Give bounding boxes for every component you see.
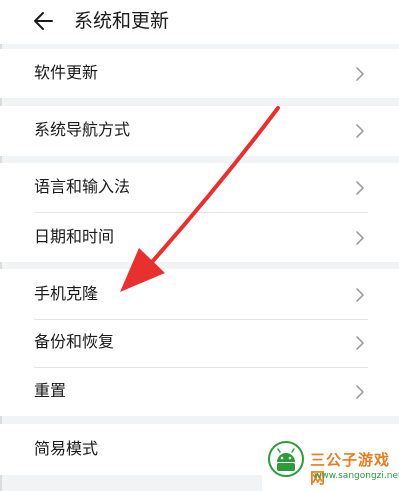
back-arrow-icon[interactable] — [32, 9, 56, 33]
settings-item-backup-restore[interactable]: 备份和恢复 — [0, 317, 399, 369]
chevron-right-icon — [356, 231, 364, 245]
settings-item-label: 日期和时间 — [34, 227, 115, 246]
watermark-badge: 三公子游戏网 www.sangongzi.net — [262, 437, 399, 491]
chevron-right-icon — [356, 288, 364, 302]
watermark-url: www.sangongzi.net — [314, 471, 399, 481]
settings-item-phone-clone[interactable]: 手机克隆 — [0, 269, 399, 321]
page-title: 系统和更新 — [74, 10, 170, 32]
settings-item-software-update[interactable]: 软件更新 — [0, 48, 399, 100]
android-logo-icon — [268, 441, 304, 477]
chevron-right-icon — [356, 124, 364, 138]
chevron-right-icon — [356, 67, 364, 81]
settings-group-3: 语言和输入法 日期和时间 — [0, 163, 399, 262]
settings-item-label: 软件更新 — [34, 63, 99, 82]
settings-item-label: 手机克隆 — [34, 284, 99, 303]
settings-group-1: 软件更新 — [0, 49, 399, 98]
settings-item-date-time[interactable]: 日期和时间 — [0, 212, 399, 264]
settings-group-2: 系统导航方式 — [0, 106, 399, 156]
chevron-right-icon — [356, 181, 364, 195]
header-bar: 系统和更新 — [0, 0, 399, 44]
chevron-right-icon — [356, 385, 364, 399]
settings-item-navigation[interactable]: 系统导航方式 — [0, 105, 399, 157]
settings-item-label: 简易模式 — [34, 439, 99, 458]
settings-item-reset[interactable]: 重置 — [0, 366, 399, 418]
settings-group-4: 手机克隆 备份和恢复 重置 — [0, 269, 399, 416]
chevron-right-icon — [356, 336, 364, 350]
settings-item-label: 重置 — [34, 381, 67, 400]
settings-item-language-input[interactable]: 语言和输入法 — [0, 162, 399, 214]
settings-item-label: 备份和恢复 — [34, 332, 115, 351]
settings-item-label: 语言和输入法 — [34, 177, 131, 196]
settings-item-label: 系统导航方式 — [34, 120, 131, 139]
